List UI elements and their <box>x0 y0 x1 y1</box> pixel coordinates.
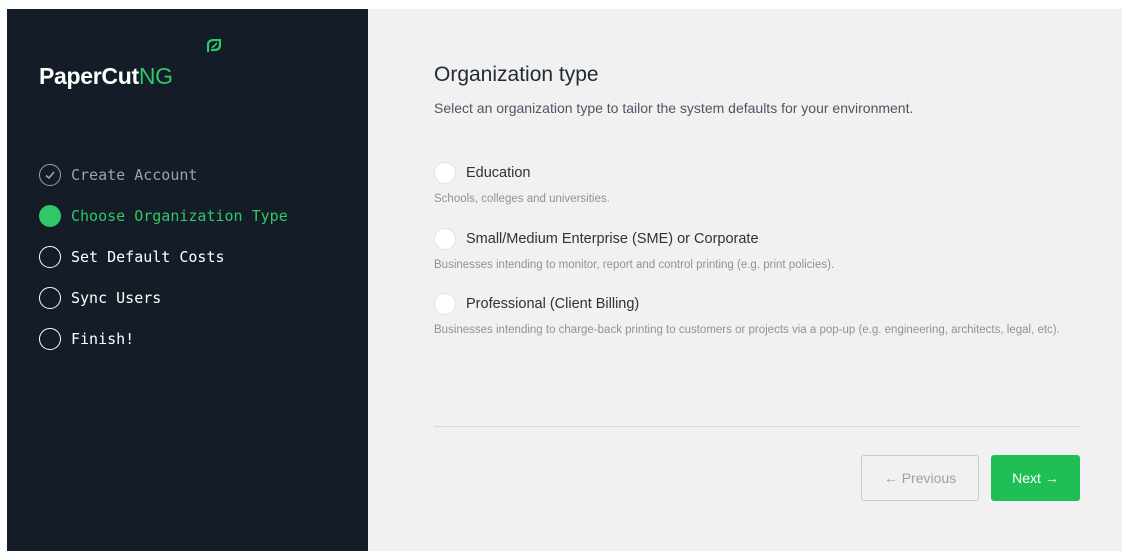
option-row[interactable]: Small/Medium Enterprise (SME) or Corpora… <box>434 227 1074 251</box>
step-choose-organization-type: Choose Organization Type <box>39 195 288 236</box>
professional-radio[interactable] <box>434 293 456 315</box>
step-label: Choose Organization Type <box>71 206 288 225</box>
empty-circle-icon <box>39 327 61 350</box>
next-button[interactable]: Next → <box>991 455 1080 501</box>
education-radio[interactable] <box>434 162 456 184</box>
step-sync-users: Sync Users <box>39 277 288 318</box>
option-description: Schools, colleges and universities. <box>434 193 610 205</box>
wizard-steps: Create Account Choose Organization Type … <box>39 154 288 359</box>
papercut-logo: PaperCutNG <box>39 39 221 89</box>
check-circle-icon <box>39 163 61 186</box>
wizard-content: Organization type Select an organization… <box>368 9 1122 551</box>
step-label: Set Default Costs <box>71 247 225 266</box>
option-label[interactable]: Education <box>466 165 531 181</box>
option-professional[interactable]: Professional (Client Billing) Businesses… <box>434 292 1074 340</box>
step-set-default-costs: Set Default Costs <box>39 236 288 277</box>
logo-text-papercut: PaperCut <box>39 63 139 89</box>
option-education[interactable]: Education Schools, colleges and universi… <box>434 161 1074 209</box>
empty-circle-icon <box>39 286 61 309</box>
previous-button[interactable]: ← Previous <box>861 455 979 501</box>
step-label: Sync Users <box>71 288 162 307</box>
page-subtitle: Select an organization type to tailor th… <box>434 100 914 116</box>
option-label[interactable]: Professional (Client Billing) <box>466 296 639 312</box>
step-create-account: Create Account <box>39 154 288 195</box>
setup-wizard: PaperCutNG Create Account Choose Organiz… <box>7 9 1122 551</box>
footer-divider <box>434 426 1080 427</box>
filled-circle-icon <box>39 204 61 227</box>
logo-text-ng: NG <box>138 63 173 89</box>
option-description: Businesses intending to monitor, report … <box>434 259 835 271</box>
step-label: Create Account <box>71 165 198 184</box>
step-label: Finish! <box>71 329 135 348</box>
leaf-icon <box>207 39 221 52</box>
option-description: Businesses intending to charge-back prin… <box>434 324 1060 336</box>
option-label[interactable]: Small/Medium Enterprise (SME) or Corpora… <box>466 231 759 247</box>
page-title: Organization type <box>434 63 599 86</box>
empty-circle-icon <box>39 245 61 268</box>
step-finish: Finish! <box>39 318 288 359</box>
sme-corporate-radio[interactable] <box>434 228 456 250</box>
option-row[interactable]: Professional (Client Billing) <box>434 292 1074 316</box>
option-row[interactable]: Education <box>434 161 1074 185</box>
wizard-sidebar: PaperCutNG Create Account Choose Organiz… <box>7 9 368 551</box>
option-sme-corporate[interactable]: Small/Medium Enterprise (SME) or Corpora… <box>434 227 1074 275</box>
